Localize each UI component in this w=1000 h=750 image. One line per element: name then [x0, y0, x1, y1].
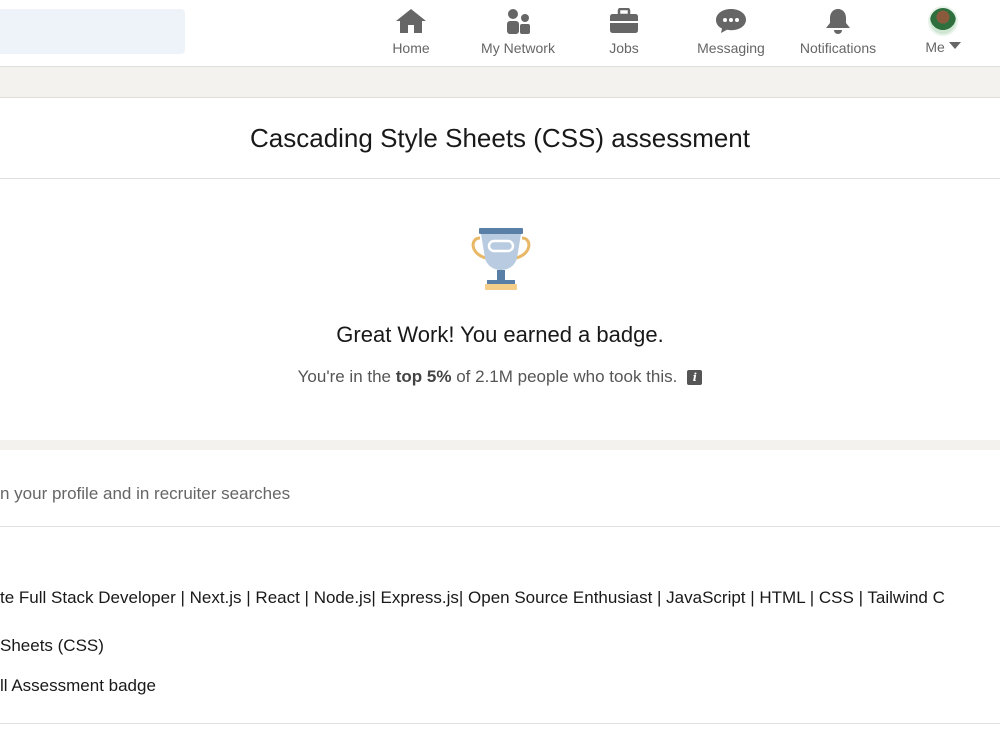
- nav-notifications-label: Notifications: [799, 40, 877, 56]
- nav-home[interactable]: Home: [381, 0, 441, 66]
- top-navigation-bar: Home My Network Jobs Messaging Notificat…: [0, 0, 1000, 67]
- home-icon: [395, 8, 427, 34]
- nav-jobs[interactable]: Jobs: [594, 0, 654, 66]
- profile-headline: te Full Stack Developer | Next.js | Reac…: [0, 588, 945, 607]
- page-title: Cascading Style Sheets (CSS) assessment: [0, 98, 1000, 179]
- skill-name: Sheets (CSS): [0, 636, 104, 655]
- assessment-result-card: Cascading Style Sheets (CSS) assessment …: [0, 98, 1000, 440]
- nav-home-label: Home: [392, 40, 430, 56]
- percentile-suffix: of 2.1M people who took this.: [451, 367, 678, 386]
- percentile-value: top 5%: [395, 367, 452, 386]
- trophy-icon: [471, 228, 531, 290]
- divider: [0, 526, 1000, 527]
- caret-down-icon: [948, 42, 961, 49]
- badge-visibility-card: n your profile and in recruiter searches…: [0, 450, 1000, 750]
- info-icon[interactable]: i: [687, 370, 703, 385]
- visibility-note: n your profile and in recruiter searches: [0, 484, 291, 503]
- search-input[interactable]: [0, 9, 185, 54]
- nav-jobs-label: Jobs: [609, 40, 639, 56]
- divider-bottom: [0, 723, 1000, 724]
- network-icon: [504, 8, 532, 34]
- page-strip: [0, 67, 1000, 98]
- badge-earned-headline: Great Work! You earned a badge.: [336, 322, 664, 347]
- percentile-prefix: You're in the: [297, 367, 396, 386]
- nav-my-network[interactable]: My Network: [468, 0, 568, 66]
- avatar-wrapper: [928, 6, 958, 36]
- badge-label: ll Assessment badge: [0, 676, 156, 695]
- nav-me-label: Me: [925, 39, 945, 55]
- messaging-icon: [715, 8, 747, 34]
- nav-my-network-label: My Network: [481, 40, 555, 56]
- nav-messaging[interactable]: Messaging: [686, 0, 776, 66]
- nav-messaging-label: Messaging: [697, 40, 765, 56]
- note-clip: n your profile and in recruiter searches: [0, 450, 1000, 526]
- profile-headline-clip: te Full Stack Developer | Next.js | Reac…: [0, 570, 1000, 630]
- bell-icon: [824, 8, 852, 34]
- nav-notifications[interactable]: Notifications: [788, 0, 888, 66]
- section-separator: [0, 440, 1000, 450]
- nav-me-label-wrapper: Me: [925, 39, 961, 55]
- nav-me[interactable]: Me: [913, 0, 973, 66]
- briefcase-icon: [609, 8, 639, 34]
- percentile-text: You're in the top 5% of 2.1M people who …: [0, 367, 1000, 387]
- avatar[interactable]: [928, 6, 958, 36]
